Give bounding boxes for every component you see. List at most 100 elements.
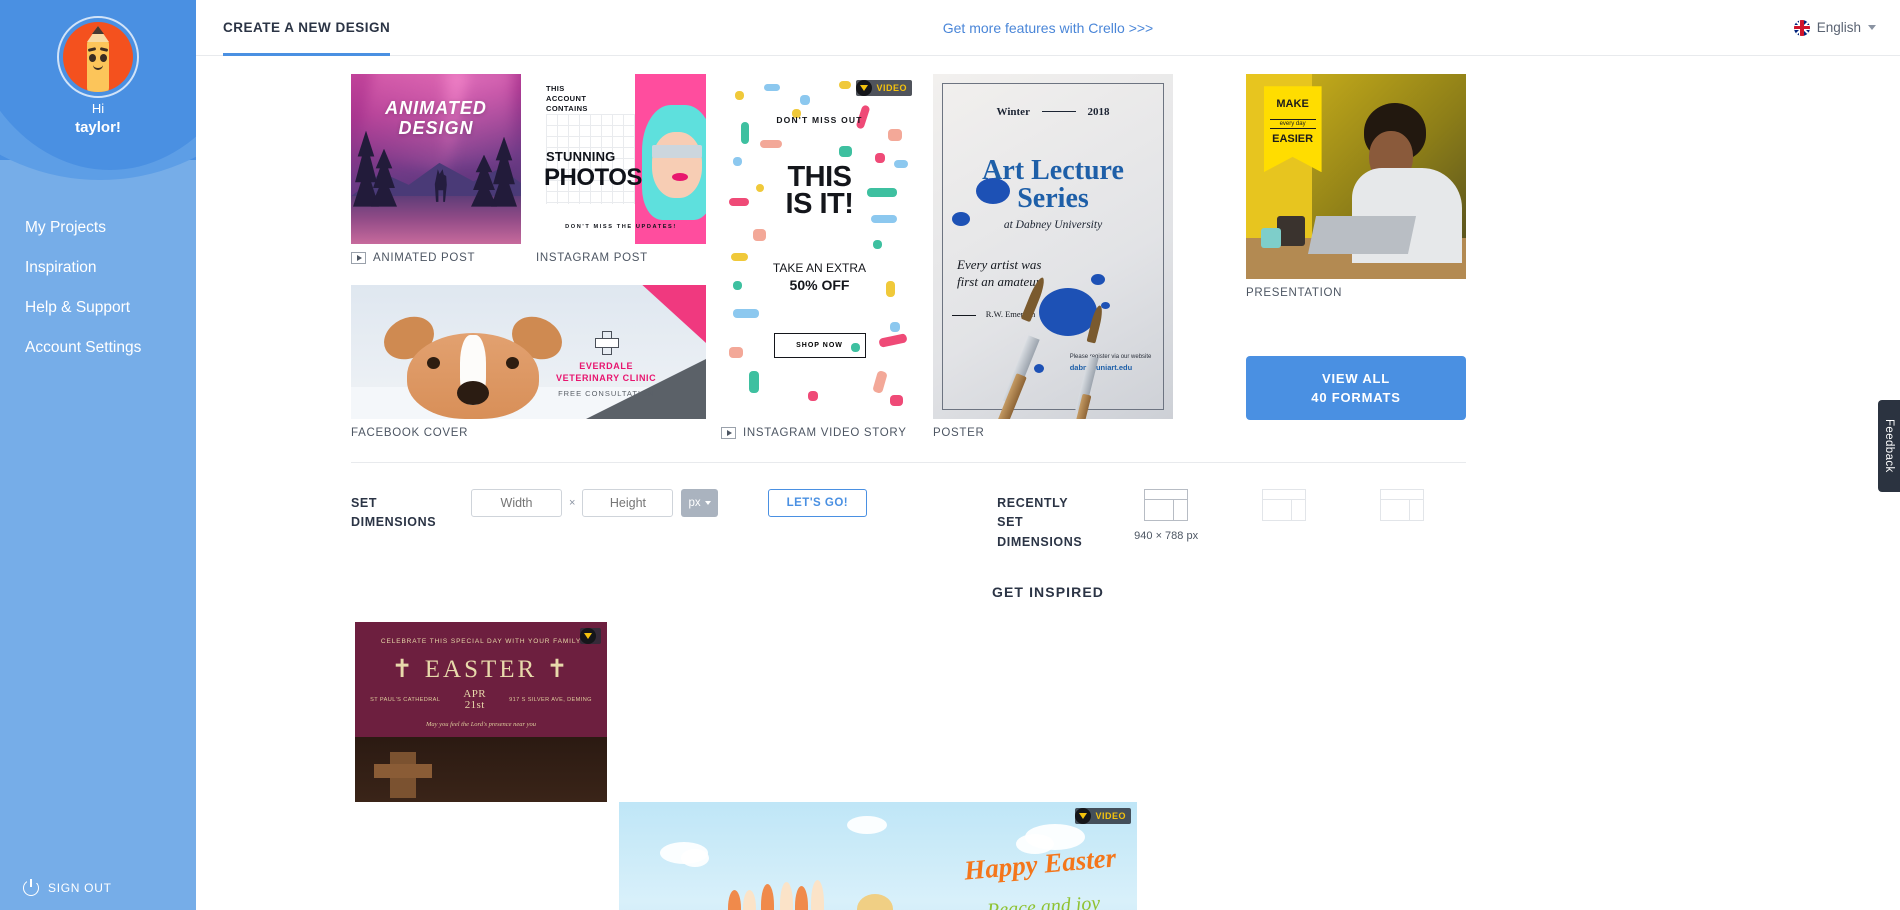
poster-title-2: Series [1017,182,1089,214]
poster-subtitle: at Dabney University [1003,218,1103,231]
sidebar-item-my-projects[interactable]: My Projects [0,208,196,248]
caption-text: INSTAGRAM POST [536,252,648,264]
poster-quote-1: Every artist was [957,256,1042,272]
layout-grid-icon [1144,489,1189,521]
format-card-facebook-cover[interactable]: EVERDALE VETERINARY CLINIC FREE CONSULTA… [351,285,706,439]
inspired-card-happy-easter-video[interactable]: Happy Easter Peace and joy VIDEO [619,802,1137,910]
inspired-gallery: CELEBRATE THIS SPECIAL DAY WITH YOUR FAM… [351,622,1466,910]
poster-register: Please register via our website [1069,354,1152,361]
sign-out-label: SIGN OUT [48,881,112,895]
recent-dimension-item-1[interactable]: 940 × 788 px [1107,489,1225,542]
height-input[interactable] [582,489,674,517]
view-all-line-1: VIEW ALL [1321,370,1390,386]
set-dimensions-label-1: SET [351,496,378,510]
instagram-footer: DON'T MISS THE UPDATES! [565,224,677,230]
layout-grid-icon [1262,489,1307,521]
format-thumbnail-presentation: MAKE every day EASIER [1246,74,1466,279]
video-offer-1: TAKE AN EXTRA [772,261,867,276]
sign-out-button[interactable]: SIGN OUT [23,879,112,896]
pro-badge [580,628,601,644]
format-card-instagram-post[interactable]: THIS ACCOUNT CONTAINS STUNNING PHOTOS DO… [536,74,706,264]
easter-line-1: CELEBRATE THIS SPECIAL DAY WITH YOUR FAM… [380,638,582,646]
animated-title-2: DESIGN [398,118,474,139]
width-input[interactable] [471,489,562,517]
play-icon [721,427,736,439]
vet-cross-icon [595,330,620,355]
poster-title-1: Art Lecture [982,154,1124,186]
greeting-name: taylor! [75,118,121,136]
badge-label: VIDEO [1095,811,1126,821]
format-card-presentation[interactable]: MAKE every day EASIER PRESENTATION [1246,74,1466,299]
vet-line-1: EVERDALE [579,360,634,371]
poster-website: dabneyuniart.edu [1069,363,1133,373]
format-thumbnail-facebook-cover: EVERDALE VETERINARY CLINIC FREE CONSULTA… [351,285,706,419]
video-badge: VIDEO [1075,808,1131,824]
feedback-label: Feedback [1883,419,1895,473]
easter-left: ST PAUL'S CATHEDRAL [370,697,441,704]
gem-icon [580,628,596,644]
presentation-line-3: EASIER [1272,132,1314,145]
layout-grid-icon [1380,489,1425,521]
caption-text: INSTAGRAM VIDEO STORY [743,427,907,439]
format-thumbnail-animated-post: ANIMATED DESIGN [351,74,521,244]
lets-go-button[interactable]: LET'S GO! [767,489,868,517]
video-big-2: IS IT! [785,188,854,221]
main-content: CREATE A NEW DESIGN Get more features wi… [196,0,1900,910]
sidebar-nav: My Projects Inspiration Help & Support A… [0,208,196,368]
sidebar: Hi taylor! My Projects Inspiration Help … [0,0,196,910]
times-symbol: × [569,497,576,509]
poster-season: Winter [996,105,1030,118]
recently-set-label-1: RECENTLY [997,496,1069,510]
inspired-card-easter-church[interactable]: CELEBRATE THIS SPECIAL DAY WITH YOUR FAM… [355,622,607,802]
recent-dimension-caption: 940 × 788 px [1134,530,1199,542]
sidebar-item-account-settings[interactable]: Account Settings [0,328,196,368]
language-selector[interactable]: English [1793,19,1876,36]
instagram-word-1: STUNNING [546,148,616,164]
greeting: Hi taylor! [0,100,196,138]
avatar[interactable] [57,16,139,98]
set-dimensions-label-2: DIMENSIONS [351,515,437,530]
format-card-instagram-video-story[interactable]: DON'T MISS OUT THIS IS IT! TAKE AN EXTRA… [721,74,918,439]
vet-line-3: FREE CONSULTATION [558,388,655,398]
recently-set-label-2: SET [997,515,1024,530]
view-all-formats-button[interactable]: VIEW ALL 40 FORMATS [1246,356,1466,420]
format-thumbnail-instagram-video-story: DON'T MISS OUT THIS IS IT! TAKE AN EXTRA… [721,74,918,419]
video-kicker: DON'T MISS OUT [776,115,863,126]
animated-title-1: ANIMATED [385,97,487,118]
badge-label: VIDEO [876,83,907,93]
chevron-down-icon [704,501,711,505]
instagram-word-2: PHOTOS [544,164,642,192]
recently-set-label: RECENTLY SET DIMENSIONS [997,489,1107,552]
caption-text: PRESENTATION [1246,287,1343,299]
get-inspired-title: GET INSPIRED [992,584,1104,600]
format-card-animated-post[interactable]: ANIMATED DESIGN ANIMATED POST [351,74,521,264]
recent-dimension-item-3[interactable] [1343,489,1461,530]
video-easter-line-2: Peace and joy [986,891,1102,910]
video-cta-button[interactable]: SHOP NOW [773,332,866,358]
gem-icon [856,80,873,96]
format-thumbnail-instagram-post: THIS ACCOUNT CONTAINS STUNNING PHOTOS DO… [536,74,706,244]
app-root: Hi taylor! My Projects Inspiration Help … [0,0,1900,910]
recent-dimension-item-2[interactable] [1225,489,1343,530]
presentation-line-1: MAKE [1276,98,1309,111]
format-grid: ANIMATED DESIGN ANIMATED POST THIS ACCOU… [351,74,1466,454]
easter-date-2: 21st [464,699,485,712]
format-card-poster[interactable]: Winter 2018 Art Lecture Series at Dabney… [933,74,1173,439]
recent-dimension-list: 940 × 788 px [1107,489,1461,542]
promo-link[interactable]: Get more features with Crello >>> [943,20,1154,36]
sidebar-item-inspiration[interactable]: Inspiration [0,248,196,288]
instagram-kicker: THIS ACCOUNT CONTAINS [546,84,588,114]
feedback-tab[interactable]: Feedback [1878,400,1900,492]
sidebar-item-help-support[interactable]: Help & Support [0,288,196,328]
play-icon [351,252,366,264]
presentation-line-2: every day [1269,118,1316,129]
unit-label: px [688,497,701,509]
poster-year: 2018 [1087,105,1110,118]
easter-footer: May you feel the Lord's presence near yo… [425,721,537,728]
vet-line-2: VETERINARY CLINIC [556,372,657,383]
unit-selector[interactable]: px [681,489,718,517]
format-caption-facebook-cover: FACEBOOK COVER [351,427,706,439]
tab-create-a-new-design[interactable]: CREATE A NEW DESIGN [223,0,391,56]
set-dimensions-label: SET DIMENSIONS [351,489,471,533]
language-label: English [1816,20,1861,35]
